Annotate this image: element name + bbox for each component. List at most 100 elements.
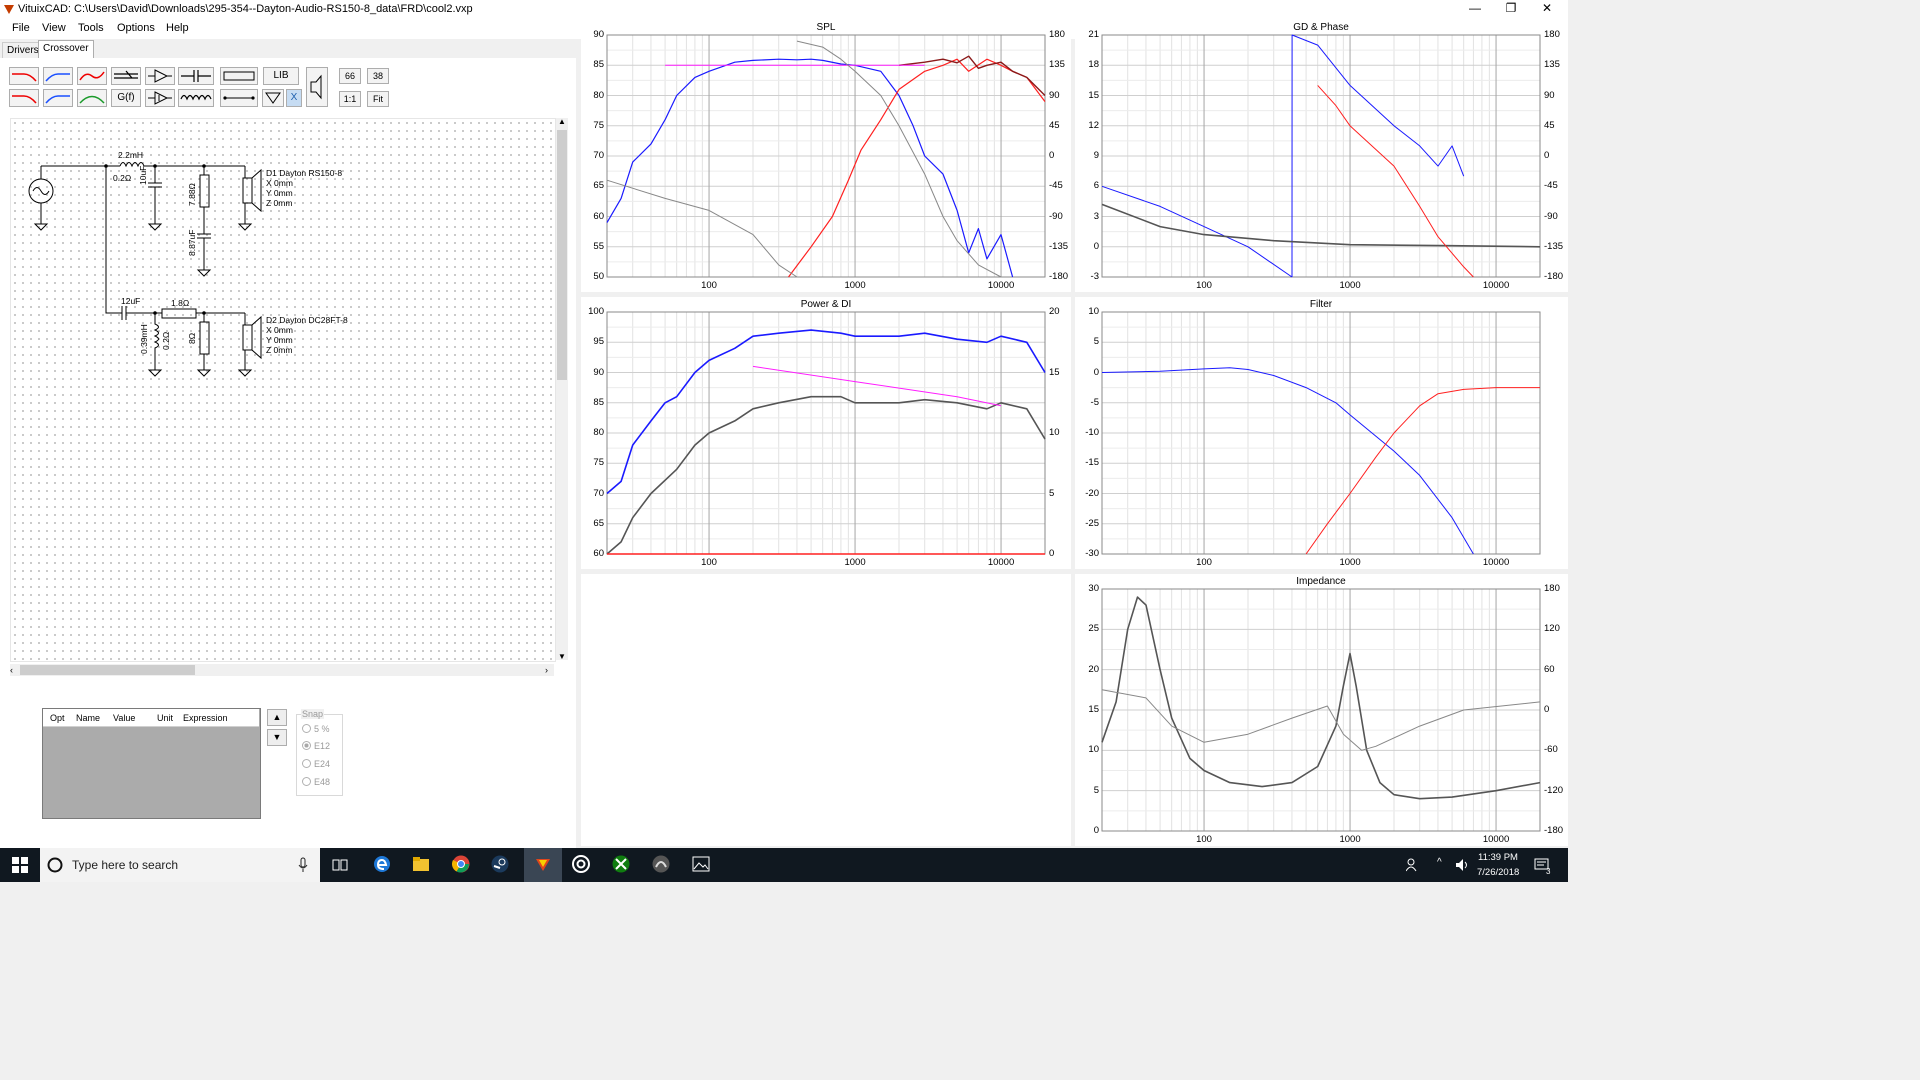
cortana-circle-icon xyxy=(47,857,63,873)
gd-xlabel: 10000 xyxy=(1482,280,1510,291)
power-xlabel: 1000 xyxy=(844,557,866,568)
task-view-icon[interactable] xyxy=(332,857,348,873)
steam-icon[interactable] xyxy=(491,855,509,873)
spl-ylabel-left: 65 xyxy=(593,180,604,192)
power-ylabel-left: 90 xyxy=(593,366,604,378)
people-icon[interactable] xyxy=(1406,858,1420,872)
spl-ylabel-right: 135 xyxy=(1049,59,1065,71)
gd-ylabel-right: 135 xyxy=(1544,59,1560,71)
power-ylabel-right: 0 xyxy=(1049,548,1055,559)
file-explorer-icon[interactable] xyxy=(412,856,430,872)
impedance-ylabel-left: 10 xyxy=(1088,744,1099,756)
impedance-xlabel: 1000 xyxy=(1339,834,1361,845)
spl-ylabel-left: 55 xyxy=(593,240,604,252)
microphone-icon[interactable] xyxy=(298,857,308,873)
filter-ylabel-left: -20 xyxy=(1085,487,1099,499)
spl-ylabel-right: -90 xyxy=(1049,210,1063,222)
edge-browser-icon[interactable] xyxy=(373,855,391,873)
spl-xlabel: 10000 xyxy=(987,280,1015,291)
filter-xlabel: 1000 xyxy=(1339,557,1361,568)
graph-tick-labels: 90 85 80 75 70 65 60 55 50 180 135 90 45 0 -45 -90 -135-… xyxy=(0,0,1568,848)
power-ylabel-right: 15 xyxy=(1049,366,1060,378)
gd-ylabel-right: -135 xyxy=(1544,240,1564,252)
impedance-ylabel-right: 60 xyxy=(1544,663,1555,675)
power-ylabel-left: 75 xyxy=(593,457,604,469)
power-ylabel-left: 80 xyxy=(593,427,604,438)
spl-ylabel-left: 70 xyxy=(593,150,604,161)
clock-time[interactable]: 11:39 PM xyxy=(1478,852,1518,863)
gd-xlabel: 100 xyxy=(1196,280,1212,291)
chrome-icon[interactable] xyxy=(452,855,470,873)
spl-ylabel-left: 85 xyxy=(593,59,604,71)
impedance-ylabel-right: 120 xyxy=(1544,623,1560,635)
gd-ylabel-left: 0 xyxy=(1093,240,1099,252)
spl-ylabel-left: 90 xyxy=(593,29,604,40)
power-ylabel-left: 85 xyxy=(593,396,604,408)
clock-date[interactable]: 7/26/2018 xyxy=(1477,867,1519,878)
impedance-xlabel: 10000 xyxy=(1482,834,1510,845)
impedance-ylabel-right: 0 xyxy=(1544,704,1550,715)
gd-ylabel-right: 0 xyxy=(1544,150,1550,161)
xbox-icon[interactable] xyxy=(612,855,630,873)
impedance-ylabel-left: 15 xyxy=(1088,704,1099,715)
filter-xlabel: 10000 xyxy=(1482,557,1510,568)
power-ylabel-right: 5 xyxy=(1049,487,1055,499)
spl-ylabel-right: 90 xyxy=(1049,89,1060,101)
gd-ylabel-left: 12 xyxy=(1088,119,1099,131)
impedance-ylabel-right: -120 xyxy=(1544,784,1564,796)
gd-ylabel-left: 15 xyxy=(1088,89,1099,101)
photos-icon[interactable] xyxy=(692,856,710,872)
windows-start-icon[interactable] xyxy=(12,857,28,873)
spl-ylabel-left: 75 xyxy=(593,119,604,131)
gd-ylabel-right: -45 xyxy=(1544,180,1558,192)
volume-icon[interactable] xyxy=(1455,858,1469,872)
gd-ylabel-right: 180 xyxy=(1544,29,1560,40)
gd-ylabel-left: 18 xyxy=(1088,59,1099,71)
circle-app-icon[interactable] xyxy=(572,855,590,873)
spl-ylabel-right: 0 xyxy=(1049,150,1055,161)
gd-ylabel-left: 9 xyxy=(1093,150,1099,161)
power-xlabel: 100 xyxy=(701,557,717,568)
notification-count: 3 xyxy=(1546,867,1551,876)
spl-ylabel-left: 60 xyxy=(593,210,604,222)
vituixcad-taskbar-icon[interactable] xyxy=(535,857,551,873)
spl-ylabel-right: -135 xyxy=(1049,240,1069,252)
spl-xlabel: 100 xyxy=(701,280,717,291)
spl-ylabel-right: 45 xyxy=(1049,119,1060,131)
power-ylabel-right: 20 xyxy=(1049,306,1060,317)
gd-xlabel: 1000 xyxy=(1339,280,1361,291)
tray-expand-icon[interactable]: ^ xyxy=(1437,857,1442,868)
filter-ylabel-left: 10 xyxy=(1088,306,1099,317)
gd-ylabel-left: 3 xyxy=(1093,210,1099,222)
gd-ylabel-right: -180 xyxy=(1544,271,1564,282)
gd-ylabel-left: 21 xyxy=(1088,29,1099,40)
gd-ylabel-right: 90 xyxy=(1544,89,1555,101)
impedance-ylabel-left: 20 xyxy=(1088,663,1099,675)
spl-ylabel-right: -180 xyxy=(1049,271,1069,282)
audio-app-icon[interactable] xyxy=(652,855,670,873)
filter-ylabel-left: -5 xyxy=(1090,396,1099,408)
power-ylabel-right: 10 xyxy=(1049,427,1060,438)
filter-ylabel-left: 5 xyxy=(1093,336,1099,348)
gd-ylabel-right: -90 xyxy=(1544,210,1558,222)
filter-ylabel-left: 0 xyxy=(1093,366,1099,378)
power-ylabel-left: 60 xyxy=(593,548,604,559)
impedance-ylabel-left: 5 xyxy=(1093,784,1099,796)
filter-ylabel-left: -15 xyxy=(1085,457,1099,469)
filter-ylabel-left: -30 xyxy=(1085,548,1099,559)
filter-xlabel: 100 xyxy=(1196,557,1212,568)
gd-ylabel-left: -3 xyxy=(1090,271,1099,282)
impedance-ylabel-left: 25 xyxy=(1088,623,1099,635)
impedance-ylabel-left: 0 xyxy=(1093,825,1099,836)
spl-xlabel: 1000 xyxy=(844,280,866,291)
power-xlabel: 10000 xyxy=(987,557,1015,568)
power-ylabel-left: 70 xyxy=(593,487,604,499)
impedance-ylabel-right: -180 xyxy=(1544,825,1564,836)
gd-ylabel-right: 45 xyxy=(1544,119,1555,131)
spl-ylabel-left: 80 xyxy=(593,89,604,101)
impedance-ylabel-right: -60 xyxy=(1544,744,1558,756)
search-placeholder: Type here to search xyxy=(72,858,179,872)
power-ylabel-left: 95 xyxy=(593,336,604,348)
power-ylabel-left: 65 xyxy=(593,517,604,529)
spl-ylabel-right: -45 xyxy=(1049,180,1063,192)
